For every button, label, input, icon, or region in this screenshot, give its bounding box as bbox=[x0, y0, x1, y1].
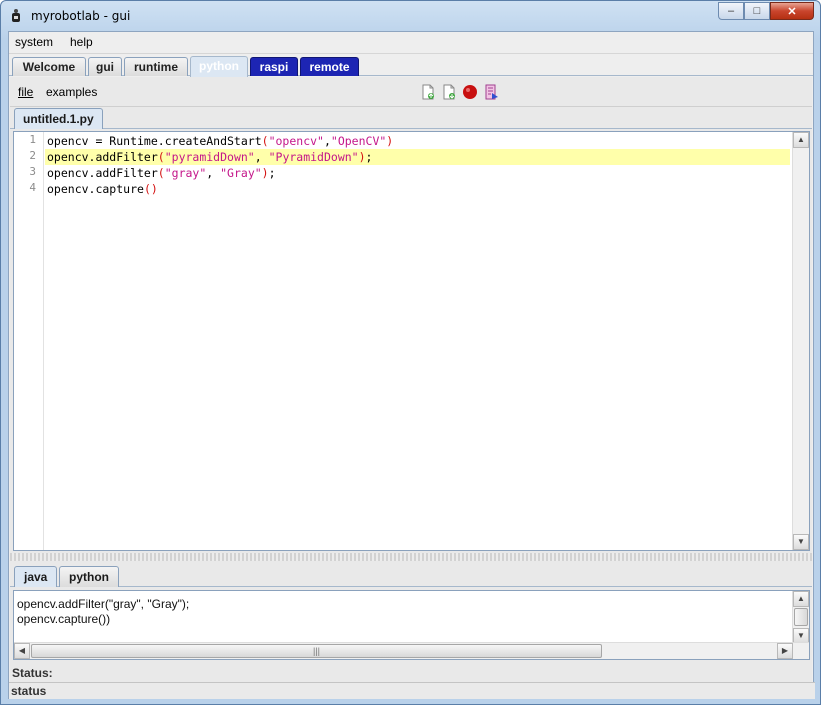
scroll-right-arrow-icon[interactable]: ▶ bbox=[777, 643, 793, 659]
line-number: 1 bbox=[29, 133, 36, 146]
minimize-button[interactable]: – bbox=[718, 2, 744, 20]
line-number-gutter: 1 2 3 4 bbox=[14, 132, 44, 550]
scroll-down-arrow-icon[interactable]: ▼ bbox=[793, 534, 809, 550]
tab-gui[interactable]: gui bbox=[88, 57, 122, 76]
robot-app-icon bbox=[12, 9, 20, 22]
maximize-button[interactable]: □ bbox=[744, 2, 770, 20]
code-line[interactable]: opencv.addFilter("gray", "Gray"); bbox=[45, 165, 790, 181]
console-lines: opencv.addFilter("gray", "Gray"); opencv… bbox=[17, 597, 189, 627]
line-number: 2 bbox=[29, 149, 36, 162]
menu-file[interactable]: file bbox=[18, 85, 33, 99]
code-editor[interactable]: 1 2 3 4 opencv = Runtime.createAndStart(… bbox=[13, 131, 810, 551]
console-tabs: java python bbox=[10, 565, 812, 587]
app-window: myrobotlab - gui – □ ✕ system help Welco… bbox=[0, 0, 821, 705]
console-output[interactable]: opencv.addFilter("gray", "Gray"); opencv… bbox=[13, 590, 810, 660]
python-menu-bar: file examples bbox=[10, 77, 812, 107]
code-line-highlighted[interactable]: opencv.addFilter("pyramidDown", "Pyramid… bbox=[45, 149, 790, 165]
editor-vertical-scrollbar[interactable]: ▲ ▼ bbox=[792, 132, 809, 550]
python-panel: file examples untitled.1.py 1 2 3 4 open… bbox=[9, 77, 815, 699]
tab-remote[interactable]: remote bbox=[300, 57, 359, 76]
tab-welcome[interactable]: Welcome bbox=[12, 57, 86, 76]
title-bar[interactable]: myrobotlab - gui – □ ✕ bbox=[1, 1, 820, 31]
scroll-left-arrow-icon[interactable]: ◀ bbox=[14, 643, 30, 659]
execute-script-icon[interactable] bbox=[483, 84, 499, 100]
code-line[interactable]: opencv = Runtime.createAndStart("opencv"… bbox=[45, 133, 790, 149]
editor-tabs: untitled.1.py bbox=[10, 108, 812, 129]
split-pane-divider[interactable] bbox=[10, 553, 812, 561]
tab-runtime[interactable]: runtime bbox=[124, 57, 188, 76]
tab-untitled-py[interactable]: untitled.1.py bbox=[14, 108, 103, 129]
scroll-thumb[interactable] bbox=[794, 608, 808, 626]
code-line[interactable]: opencv.capture() bbox=[45, 181, 790, 197]
menu-bar: system help bbox=[9, 32, 813, 54]
scroll-up-arrow-icon[interactable]: ▲ bbox=[793, 591, 809, 607]
menu-file-label: file bbox=[18, 85, 34, 99]
tab-python-console[interactable]: python bbox=[59, 566, 119, 587]
window-title: myrobotlab - gui bbox=[31, 9, 131, 23]
service-tabs: Welcome gui runtime python raspi remote bbox=[9, 56, 813, 77]
open-file-icon[interactable] bbox=[441, 84, 457, 100]
menu-system[interactable]: system bbox=[15, 35, 53, 49]
close-button[interactable]: ✕ bbox=[770, 2, 814, 20]
tab-java[interactable]: java bbox=[14, 566, 58, 587]
scroll-up-arrow-icon[interactable]: ▲ bbox=[793, 132, 809, 148]
status-bar: status bbox=[9, 682, 815, 699]
record-icon[interactable] bbox=[462, 84, 478, 100]
console-line: opencv.capture()) bbox=[17, 612, 111, 626]
client-area: system help Welcome gui runtime python r… bbox=[8, 31, 815, 699]
menu-help[interactable]: help bbox=[70, 35, 93, 49]
tab-python[interactable]: python bbox=[190, 56, 248, 77]
scroll-thumb[interactable]: ||| bbox=[31, 644, 602, 658]
console-vertical-scrollbar[interactable]: ▲ ▼ bbox=[792, 591, 809, 644]
console-line: opencv.addFilter("gray", "Gray"); bbox=[17, 597, 190, 611]
menu-examples[interactable]: examples bbox=[46, 85, 97, 99]
console-horizontal-scrollbar[interactable]: ◀ ||| ▶ bbox=[14, 642, 809, 659]
window-controls: – □ ✕ bbox=[718, 2, 814, 20]
new-file-icon[interactable] bbox=[420, 84, 436, 100]
line-number: 4 bbox=[29, 181, 36, 194]
code-area[interactable]: opencv = Runtime.createAndStart("opencv"… bbox=[45, 132, 790, 550]
tab-raspi[interactable]: raspi bbox=[250, 57, 298, 76]
status-label: Status: bbox=[12, 666, 53, 680]
line-number: 3 bbox=[29, 165, 36, 178]
